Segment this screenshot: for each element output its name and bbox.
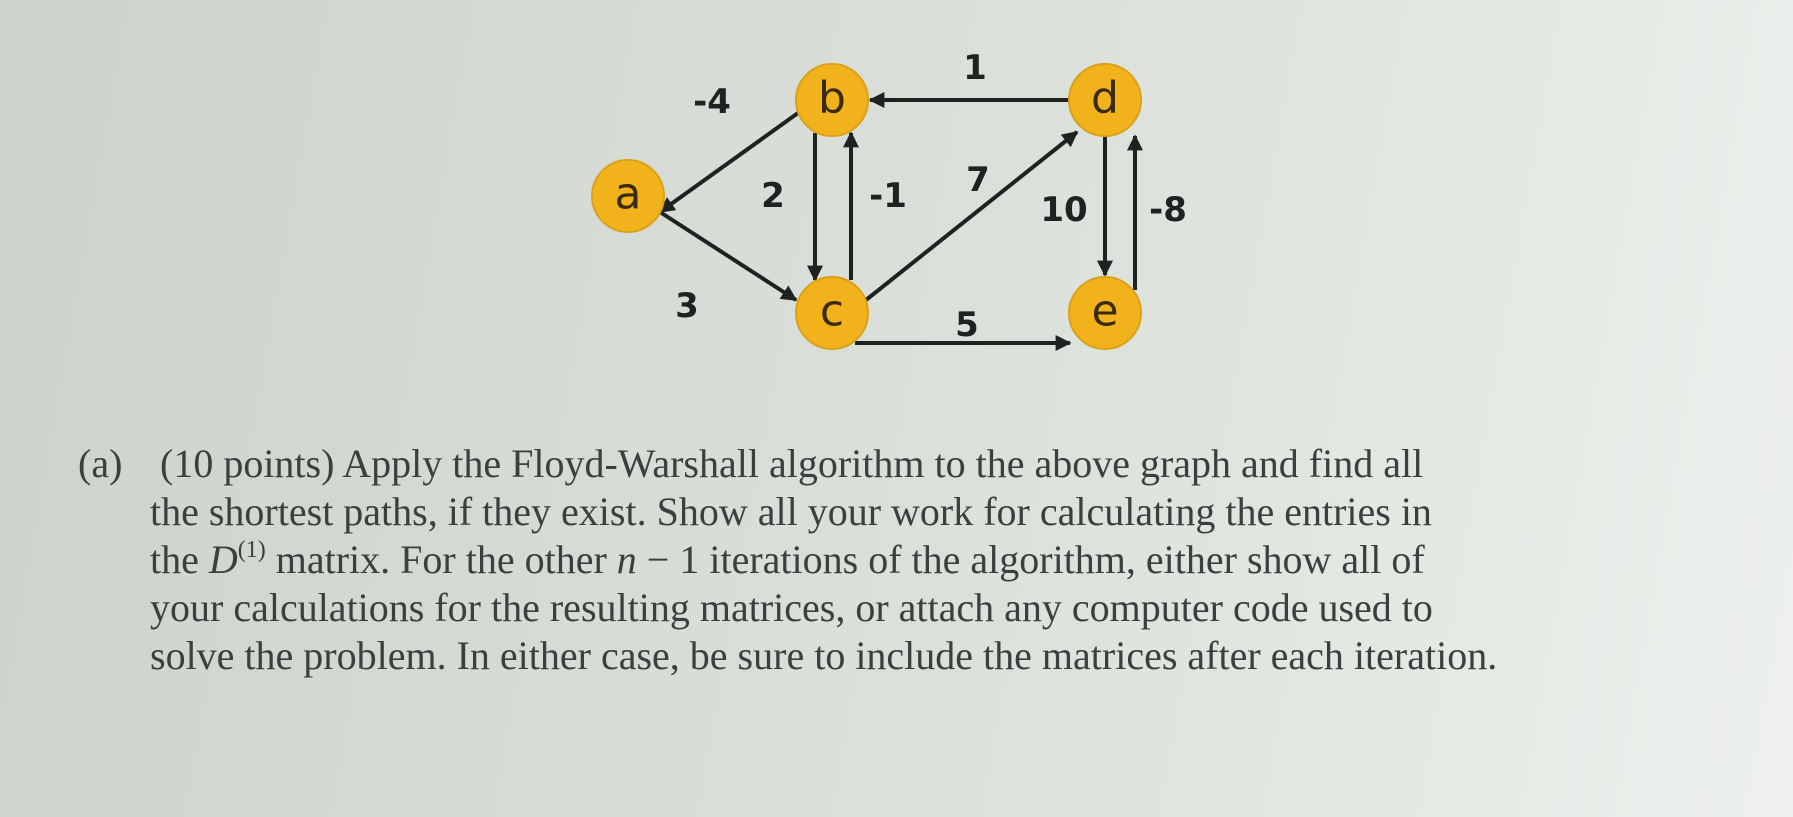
variable-n: n [616,537,637,582]
node-a: a [591,159,665,233]
part-label: (a) [78,441,123,486]
node-c: c [795,276,869,350]
edge-weight-d-b: 1 [963,48,987,88]
problem-text-3a: the [150,537,199,582]
edge-weight-c-e: 5 [955,305,979,345]
edge-weight-b-c: 2 [761,176,785,216]
edge-weight-e-d: -8 [1149,190,1187,230]
problem-text-3b: matrix. For the other [275,537,607,582]
node-b: b [795,63,869,137]
edge-weight-c-b: -1 [869,176,907,216]
matrix-letter: D [208,537,238,582]
node-d: d [1068,63,1142,137]
node-d-label: d [1091,73,1119,124]
node-a-label: a [615,169,642,220]
problem-line-2: the shortest paths, if they exist. Show … [150,489,1432,534]
edge-weight-b-a: -4 [693,82,731,122]
problem-line-1: (a) (10 points) Apply the Floyd-Warshall… [78,440,1738,488]
weighted-directed-graph: -4 3 2 -1 1 7 5 10 -8 a b c d e [591,48,1187,351]
problem-line-4: your calculations for the resulting matr… [150,585,1433,630]
problem-line-3: the D(1) matrix. For the other n − 1 ite… [78,536,1738,584]
node-b-label: b [818,73,846,124]
points-label: (10 points) [160,441,335,486]
problem-statement: (a) (10 points) Apply the Floyd-Warshall… [78,440,1738,680]
edge-weight-c-d: 7 [966,160,990,200]
edge-weight-d-e: 10 [1040,190,1087,230]
matrix-superscript: (1) [237,537,266,563]
node-c-label: c [820,286,844,337]
node-e: e [1068,276,1142,350]
matrix-symbol: D(1) [209,537,266,582]
edge-weight-a-c: 3 [675,286,699,326]
problem-text-1: Apply the Floyd-Warshall algorithm to th… [342,441,1424,486]
node-e-label: e [1091,286,1118,337]
problem-text-3c: − 1 iterations of the algorithm, either … [646,537,1425,582]
problem-line-5: solve the problem. In either case, be su… [150,633,1498,678]
